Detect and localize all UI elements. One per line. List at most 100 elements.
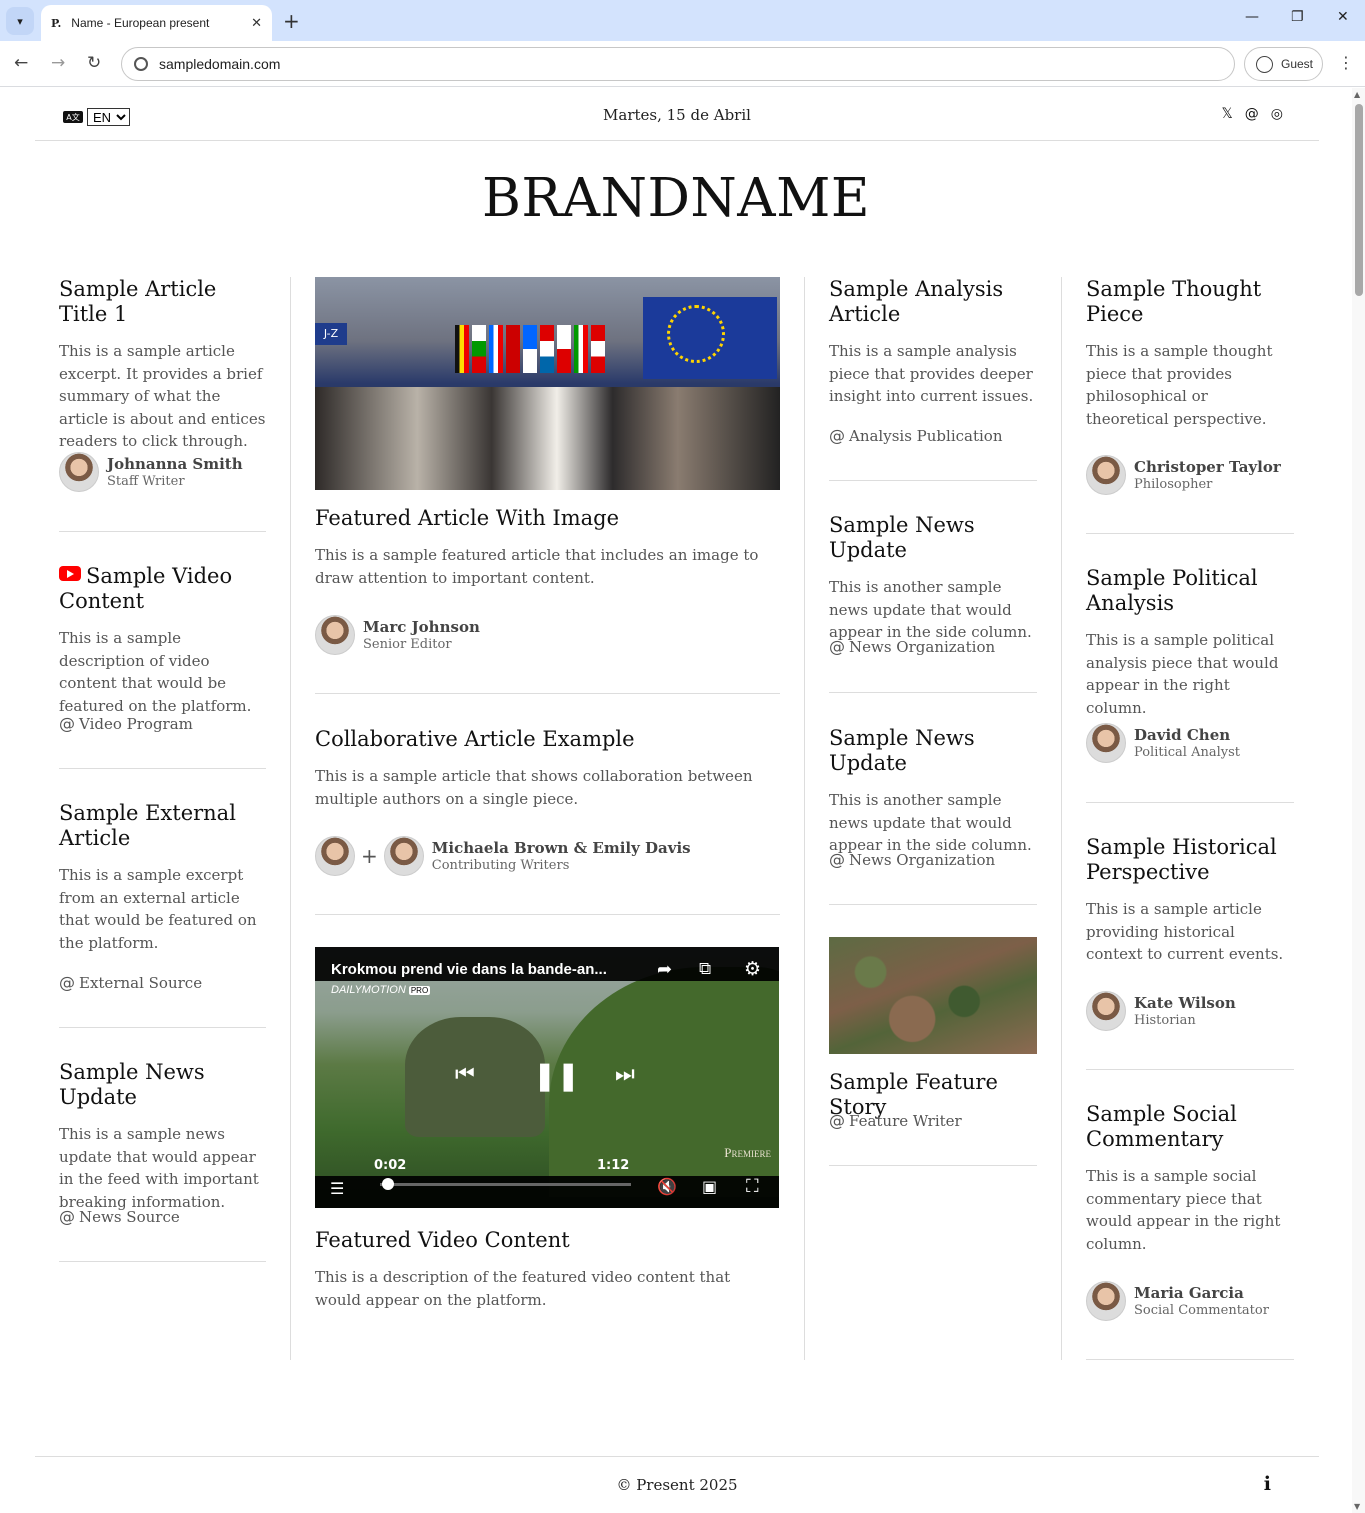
article-card[interactable]: Sample Article Title 1 This is a sample … (59, 277, 266, 453)
article-author: Christoper Taylor Philosopher (1086, 455, 1281, 495)
at-icon: @ (59, 973, 75, 992)
site-info-icon[interactable] (134, 57, 148, 71)
next-icon[interactable]: ⏭ (615, 1062, 635, 1087)
scroll-down-icon[interactable]: ▼ (1354, 1502, 1360, 1511)
author-name[interactable]: Maria Garcia (1134, 1284, 1269, 1302)
pause-icon[interactable]: ❚❚ (533, 1059, 580, 1092)
author-name[interactable]: Christoper Taylor (1134, 458, 1281, 476)
browser-menu-icon[interactable]: ⋮ (1338, 53, 1354, 72)
new-tab-icon[interactable]: + (283, 9, 300, 33)
subtitles-icon[interactable]: ▣ (702, 1177, 717, 1196)
article-source[interactable]: @ Feature Writer (829, 1111, 962, 1130)
scroll-up-icon[interactable]: ▲ (1354, 90, 1360, 99)
video-player[interactable]: Krokmou prend vie dans la bande-an... DA… (315, 947, 779, 1208)
video-current-time: 0:02 (374, 1158, 407, 1173)
article-card[interactable]: Sample Thought Piece This is a sample th… (1086, 277, 1294, 430)
article-source[interactable]: @ Video Program (59, 714, 193, 733)
author-name[interactable]: Marc Johnson (363, 618, 480, 636)
article-title[interactable]: Collaborative Article Example (315, 727, 780, 752)
article-source[interactable]: @ News Source (59, 1207, 180, 1226)
article-source[interactable]: @ News Organization (829, 637, 995, 656)
author-name[interactable]: Michaela Brown & Emily Davis (432, 839, 691, 857)
address-bar[interactable]: sampledomain.com (121, 47, 1235, 81)
article-title[interactable]: Sample News Update (59, 1060, 266, 1110)
author-role: Senior Editor (363, 637, 452, 652)
close-window-icon[interactable]: ✕ (1337, 9, 1349, 25)
instagram-icon[interactable]: ◎ (1271, 106, 1283, 122)
video-progress-bar[interactable] (380, 1183, 631, 1186)
source-name: Video Program (79, 715, 193, 733)
article-title[interactable]: Sample External Article (59, 801, 266, 851)
divider (59, 1027, 266, 1028)
author-name[interactable]: David Chen (1134, 726, 1240, 744)
url-text: sampledomain.com (159, 56, 281, 72)
article-card[interactable]: Sample Historical Perspective This is a … (1086, 835, 1294, 966)
previous-icon[interactable]: ⏮ (455, 1062, 475, 1087)
article-source[interactable]: @ Analysis Publication (829, 426, 1002, 445)
article-title[interactable]: Sample Article Title 1 (59, 277, 266, 327)
restore-icon[interactable]: ❐ (1291, 9, 1304, 25)
article-title[interactable]: Sample Political Analysis (1086, 566, 1294, 616)
feature-story-image[interactable] (829, 937, 1037, 1054)
profile-button[interactable]: Guest (1244, 47, 1323, 81)
video-title[interactable]: Krokmou prend vie dans la bande-an... (331, 961, 607, 978)
article-source[interactable]: @ News Organization (829, 850, 995, 869)
fullscreen-icon[interactable]: ⛶ (746, 1176, 759, 1197)
threads-icon[interactable]: @ (1245, 106, 1259, 122)
article-title[interactable]: Sample Social Commentary (1086, 1102, 1294, 1152)
brand-logo[interactable]: BRANDNAME (0, 168, 1352, 229)
share-icon[interactable]: ➦ (657, 959, 672, 980)
tab-search-chevron-icon[interactable]: ▾ (6, 7, 34, 35)
scrollbar-thumb[interactable] (1355, 104, 1363, 296)
article-title[interactable]: Sample News Update (829, 726, 1037, 776)
article-excerpt: This is a sample article that shows coll… (315, 767, 753, 808)
browser-tab[interactable]: P. Name - European present ✕ (41, 5, 272, 41)
article-card[interactable]: Sample News Update This is a sample news… (59, 1060, 266, 1213)
article-excerpt: This is a sample description of video co… (59, 629, 252, 715)
article-author: Kate Wilson Historian (1086, 991, 1236, 1031)
settings-icon[interactable]: ⚙ (744, 958, 761, 980)
article-title[interactable]: Featured Article With Image (315, 506, 780, 531)
article-card[interactable]: Sample News Update This is another sampl… (829, 513, 1037, 644)
x-icon[interactable]: 𝕏 (1222, 106, 1233, 122)
source-name: Analysis Publication (849, 427, 1003, 445)
divider (829, 692, 1037, 693)
article-card[interactable]: Featured Article With Image This is a sa… (315, 506, 780, 589)
video-progress-thumb[interactable] (381, 1178, 394, 1190)
author-name[interactable]: Johnanna Smith (107, 455, 243, 473)
forward-icon[interactable]: → (51, 53, 65, 73)
featured-article-image[interactable]: J-Z (315, 277, 780, 490)
article-title[interactable]: Sample Historical Perspective (1086, 835, 1294, 885)
close-tab-icon[interactable]: ✕ (251, 16, 262, 31)
article-card[interactable]: Sample External Article This is a sample… (59, 801, 266, 954)
info-icon[interactable]: i (1264, 1473, 1271, 1495)
article-card[interactable]: Collaborative Article Example This is a … (315, 727, 780, 810)
page-scrollbar[interactable]: ▲ ▼ (1352, 88, 1365, 1513)
cast-icon[interactable]: ⧉ (699, 959, 711, 979)
youtube-icon (59, 566, 81, 581)
at-icon: @ (829, 426, 845, 445)
article-authors: + Michaela Brown & Emily Davis Contribut… (315, 836, 691, 876)
reload-icon[interactable]: ↻ (87, 53, 101, 73)
article-title[interactable]: Sample Analysis Article (829, 277, 1037, 327)
article-title[interactable]: Sample Thought Piece (1086, 277, 1294, 327)
article-source[interactable]: @ External Source (59, 973, 202, 992)
author-name[interactable]: Kate Wilson (1134, 994, 1236, 1012)
article-card[interactable]: Featured Video Content This is a descrip… (315, 1228, 780, 1311)
article-card[interactable]: Sample Analysis Article This is a sample… (829, 277, 1037, 408)
article-excerpt: This is a sample social commentary piece… (1086, 1167, 1281, 1253)
article-title[interactable]: Sample News Update (829, 513, 1037, 563)
minimize-icon[interactable]: — (1245, 9, 1259, 25)
article-title[interactable]: Featured Video Content (315, 1228, 780, 1253)
article-card[interactable]: Sample Political Analysis This is a samp… (1086, 566, 1294, 719)
article-author: Johnanna Smith Staff Writer (59, 452, 243, 492)
article-card[interactable]: Sample News Update This is another sampl… (829, 726, 1037, 857)
playlist-icon[interactable]: ☰ (330, 1179, 344, 1198)
article-title[interactable]: Sample Video Content (59, 564, 266, 614)
article-card[interactable]: Sample Social Commentary This is a sampl… (1086, 1102, 1294, 1255)
article-card[interactable]: Sample Video Content This is a sample de… (59, 564, 266, 717)
divider (829, 1165, 1037, 1166)
mute-icon[interactable]: 🔇 (657, 1177, 677, 1196)
back-icon[interactable]: ← (14, 53, 28, 73)
divider (829, 904, 1037, 905)
